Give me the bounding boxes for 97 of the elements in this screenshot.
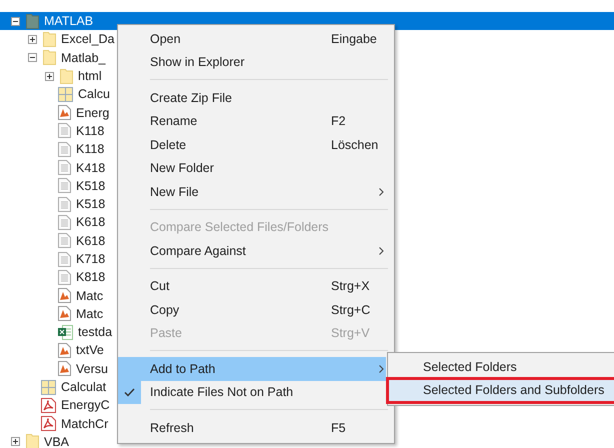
tree-item-label: K618: [76, 215, 106, 230]
tree-item[interactable]: K518: [0, 194, 106, 214]
tree-item[interactable]: testda: [0, 323, 112, 342]
menu-item[interactable]: Add to Path: [118, 357, 386, 380]
tree-item[interactable]: Calcu: [0, 85, 110, 104]
document-icon: [58, 270, 71, 285]
menu-item[interactable]: Show in Explorer: [118, 50, 386, 74]
tree-item-label: Matc: [76, 288, 104, 303]
tree-item[interactable]: MatchCr: [0, 414, 108, 433]
menu-item[interactable]: Indicate Files Not on Path: [118, 380, 386, 404]
tree-item[interactable]: K618: [0, 232, 106, 250]
document-icon: [58, 178, 71, 194]
tree-item[interactable]: VBA: [0, 432, 70, 448]
document-icon: [58, 342, 71, 358]
document-icon: [58, 196, 71, 212]
folder-icon: [26, 14, 39, 29]
tree-item[interactable]: K518: [0, 176, 106, 195]
document-icon: [58, 288, 71, 304]
menu-item[interactable]: Delete Löschen: [118, 133, 386, 156]
collapse-icon[interactable]: [28, 53, 37, 62]
document-icon: [58, 361, 71, 376]
tree-item[interactable]: Calculat: [0, 378, 106, 396]
tree-item[interactable]: K418: [0, 158, 106, 177]
spreadsheet-icon: [58, 324, 73, 340]
shortcut-label: Strg+C: [331, 302, 372, 317]
menu-item[interactable]: New File: [118, 180, 386, 204]
tree-item[interactable]: Versu: [0, 360, 108, 378]
document-icon: [58, 233, 71, 248]
tree-item[interactable]: EnergyC: [0, 396, 110, 415]
tree-item-label: Calcu: [78, 87, 110, 102]
tree-item-label: K118: [76, 142, 104, 156]
menu-item[interactable]: Create Zip File: [118, 86, 386, 110]
menu-item[interactable]: Compare Against: [118, 239, 386, 262]
tree-item-label: html: [78, 69, 102, 84]
tree-item-label: Matlab_: [61, 50, 106, 65]
tree-item-label: Calculat: [61, 380, 106, 394]
tree-item-label: K718: [76, 252, 106, 266]
document-icon: [58, 142, 71, 157]
tree-item[interactable]: K118: [0, 140, 104, 158]
menu-item[interactable]: Selected Folders: [388, 355, 614, 378]
menu-item[interactable]: Refresh F5: [118, 416, 386, 440]
shortcut-label: Strg+X: [331, 279, 371, 294]
tree-item-label: EnergyC: [61, 398, 110, 412]
grid-icon: [58, 86, 73, 102]
tree-item[interactable]: Matc: [0, 304, 104, 324]
tree-item-label: K118: [76, 124, 104, 138]
tree-item-label: MatchCr: [61, 416, 108, 431]
tree-item[interactable]: Excel_Da: [0, 30, 114, 49]
tree-item-label: K418: [76, 160, 106, 175]
shortcut-label: F5: [331, 420, 347, 435]
tree-item[interactable]: K818: [0, 268, 106, 286]
tree-item-label: txtVe: [76, 343, 104, 358]
folder-icon: [26, 434, 39, 448]
document-icon: [58, 306, 71, 322]
document-icon: [58, 252, 71, 266]
document-icon: [58, 214, 71, 230]
tree-item-label: VBA: [44, 434, 70, 448]
tree-item-label: Matc: [76, 306, 104, 321]
tree-item-label: Excel_Da: [61, 32, 114, 46]
menu-item[interactable]: New Folder: [118, 156, 386, 180]
shortcut-label: Strg+V: [331, 326, 371, 340]
menu-item[interactable]: Cut Strg+X: [118, 274, 386, 298]
menu-item[interactable]: Rename F2: [118, 110, 386, 133]
menu-item[interactable]: Selected Folders and Subfolders: [388, 378, 614, 402]
shortcut-label: Eingabe: [331, 32, 378, 46]
menu-item[interactable]: Copy Strg+C: [118, 298, 386, 322]
tree-item[interactable]: Matlab_: [0, 48, 106, 67]
grid-icon: [41, 380, 56, 395]
tree-item[interactable]: K618: [0, 213, 106, 232]
folder-icon: [43, 50, 56, 66]
tree-item[interactable]: K718: [0, 250, 106, 268]
tree-item[interactable]: Matc: [0, 286, 104, 305]
tree-item-label: K818: [76, 270, 106, 284]
document-icon: [58, 160, 71, 176]
tree-item-label: testda: [78, 325, 112, 340]
expand-icon[interactable]: [45, 72, 54, 81]
tree-item[interactable]: html: [0, 66, 102, 86]
pdf-icon: [41, 416, 56, 432]
tree-item-label: Energ: [76, 106, 110, 120]
tree-item[interactable]: Energ: [0, 103, 110, 122]
tree-item-label: K618: [76, 234, 106, 248]
shortcut-label: F2: [331, 114, 347, 128]
tree-item-label: Versu: [76, 362, 108, 376]
tree-item-label: MATLAB: [44, 14, 94, 28]
folder-icon: [60, 68, 73, 84]
tree-item-label: K518: [76, 178, 106, 193]
document-icon: [58, 105, 71, 120]
pdf-icon: [41, 398, 56, 413]
tree-item[interactable]: txtVe: [0, 341, 104, 360]
tree-item[interactable]: K118: [0, 122, 104, 140]
folder-icon: [43, 32, 56, 47]
document-icon: [58, 123, 71, 138]
tree-item-label: K518: [76, 197, 106, 212]
expand-icon[interactable]: [11, 437, 20, 446]
collapse-icon[interactable]: [11, 16, 20, 26]
expand-icon[interactable]: [28, 34, 37, 44]
shortcut-label: Löschen: [331, 138, 380, 152]
